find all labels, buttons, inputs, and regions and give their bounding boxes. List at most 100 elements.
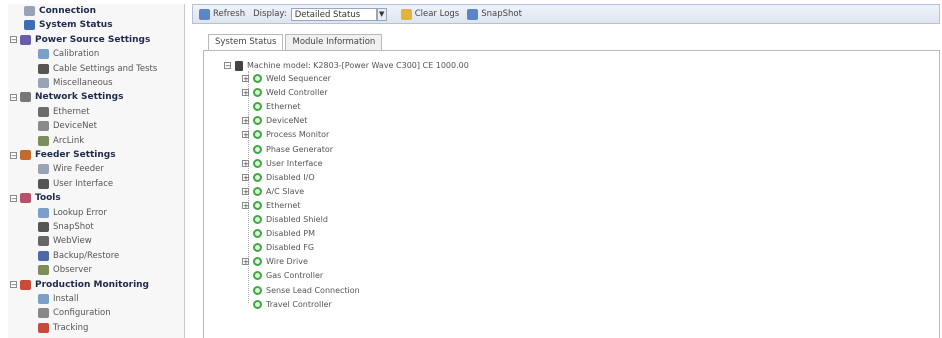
tree-item-travel-controller[interactable]: Travel Controller xyxy=(242,299,332,310)
sidebar-item-install[interactable]: Install xyxy=(38,293,79,305)
sidebar-item-devicenet[interactable]: DeviceNet xyxy=(38,120,97,132)
sidebar-item-label: Power Source Settings xyxy=(35,34,151,45)
ethernet-icon xyxy=(38,106,49,117)
sidebar-item-calibration[interactable]: Calibration xyxy=(38,48,99,60)
sidebar-item-label: WebView xyxy=(53,236,92,247)
sidebar-item-ethernet[interactable]: Ethernet xyxy=(38,106,90,118)
sidebar-item-cable-settings-and-tests[interactable]: Cable Settings and Tests xyxy=(38,63,157,75)
sidebar-item-label: Miscellaneous xyxy=(53,78,113,88)
sidebar-item-observer[interactable]: Observer xyxy=(38,264,92,276)
chevron-down-icon[interactable]: ▼ xyxy=(376,7,387,21)
sidebar-item-label: Production Monitoring xyxy=(35,279,150,290)
tree-item-label: Disabled Shield xyxy=(266,215,328,224)
tree-item-user-interface[interactable]: + User Interface xyxy=(242,158,323,169)
sidebar-item-webview[interactable]: WebView xyxy=(38,235,92,247)
collapse-icon[interactable]: − xyxy=(10,93,17,101)
tree-item-disabled-shield[interactable]: Disabled Shield xyxy=(242,214,328,225)
tree-item-label: Disabled PM xyxy=(266,229,316,239)
expand-icon[interactable]: + xyxy=(242,117,249,125)
sidebar-item-label: DeviceNet xyxy=(53,121,97,132)
tree-item-devicenet[interactable]: + DeviceNet xyxy=(242,115,307,126)
tree-item-label: Process Monitor xyxy=(266,130,330,140)
sidebar-item-arclink[interactable]: ArcLink xyxy=(38,135,84,147)
cable-icon xyxy=(38,63,49,74)
status-ok-icon xyxy=(253,243,262,253)
status-ok-icon xyxy=(253,271,262,281)
tree-item-wire-drive[interactable]: + Wire Drive xyxy=(242,256,308,267)
status-ok-icon xyxy=(253,257,262,267)
tree-item-weld-sequencer[interactable]: + Weld Sequencer xyxy=(242,73,331,84)
sidebar-item-network-settings[interactable]: − Network Settings xyxy=(10,91,123,103)
sidebar-item-connection[interactable]: Connection xyxy=(24,5,96,17)
network-icon xyxy=(20,92,31,103)
sidebar-item-snapshot[interactable]: SnapShot xyxy=(38,221,94,233)
expand-icon[interactable]: + xyxy=(242,201,249,209)
collapse-icon[interactable]: − xyxy=(10,36,17,44)
status-ok-icon xyxy=(253,299,262,309)
collapse-icon[interactable]: − xyxy=(10,194,17,202)
webview-icon xyxy=(38,236,49,247)
expand-icon[interactable]: + xyxy=(242,89,249,97)
tree-root-row[interactable]: − Machine model: K2803-[Power Wave C300]… xyxy=(224,60,469,71)
tree-item-ethernet[interactable]: Ethernet xyxy=(242,101,300,112)
collapse-icon[interactable]: − xyxy=(10,281,17,289)
collapse-icon[interactable]: − xyxy=(224,62,231,70)
configuration-icon xyxy=(38,308,49,319)
status-ok-icon xyxy=(253,215,262,224)
clear-logs-label: Clear Logs xyxy=(414,9,460,19)
toolbar: Refresh Display: Detailed Status ▼ Clear… xyxy=(192,4,940,24)
tree-item-gas-controller[interactable]: Gas Controller xyxy=(242,270,323,281)
lookup-icon xyxy=(38,207,49,218)
clear-logs-button[interactable]: Clear Logs xyxy=(400,8,460,20)
tree-item-sense-lead-connection[interactable]: Sense Lead Connection xyxy=(242,285,360,296)
tree-item-disabled-fg[interactable]: Disabled FG xyxy=(242,242,314,253)
sidebar-item-feeder-settings[interactable]: − Feeder Settings xyxy=(10,149,116,161)
sidebar-item-backup-restore[interactable]: Backup/Restore xyxy=(38,250,119,262)
expand-icon[interactable]: + xyxy=(242,187,249,195)
expand-icon[interactable]: + xyxy=(242,131,249,139)
status-ok-icon xyxy=(253,285,262,295)
sidebar-item-label: Install xyxy=(53,294,79,304)
sidebar-item-lookup-error[interactable]: Lookup Error xyxy=(38,207,107,219)
arclink-icon xyxy=(38,135,49,146)
expand-icon[interactable]: + xyxy=(242,258,249,266)
misc-icon xyxy=(38,78,49,88)
collapse-icon[interactable]: − xyxy=(10,151,17,159)
sidebar-item-tracking[interactable]: Tracking xyxy=(38,322,88,334)
tree-item-label: Ethernet xyxy=(266,102,301,112)
sidebar-item-miscellaneous[interactable]: Miscellaneous xyxy=(38,77,113,89)
sidebar-navigation: Connection System Status − Power Source Set… xyxy=(8,4,185,338)
backup-icon xyxy=(38,250,49,261)
display-select[interactable]: Detailed Status xyxy=(290,7,377,21)
sidebar-item-production-monitoring[interactable]: − Production Monitoring xyxy=(10,279,149,291)
status-ok-icon xyxy=(253,102,262,112)
tab-system-status[interactable]: System Status xyxy=(208,34,284,51)
sidebar-item-wire-feeder[interactable]: Wire Feeder xyxy=(38,163,104,175)
refresh-button[interactable]: Refresh xyxy=(199,8,245,20)
tree-item-weld-controller[interactable]: + Weld Controller xyxy=(242,87,328,98)
expand-icon[interactable]: + xyxy=(242,173,249,181)
tree-item-label: Ethernet xyxy=(266,200,301,210)
tree-item-process-monitor[interactable]: + Process Monitor xyxy=(242,129,329,140)
tree-item-label: User Interface xyxy=(266,158,323,168)
tree-item-a-c-slave[interactable]: + A/C Slave xyxy=(242,186,304,197)
status-ok-icon xyxy=(253,74,262,83)
tree-item-phase-generator[interactable]: Phase Generator xyxy=(242,144,333,155)
expand-icon[interactable]: + xyxy=(242,75,249,83)
snapshot-button[interactable]: SnapShot xyxy=(467,8,522,20)
tree-item-disabled-pm[interactable]: Disabled PM xyxy=(242,228,315,239)
expand-icon[interactable]: + xyxy=(242,159,249,167)
sidebar-item-label: System Status xyxy=(39,20,113,31)
status-ok-icon xyxy=(253,200,262,210)
sidebar-item-system-status[interactable]: System Status xyxy=(24,19,113,31)
tree-item-ethernet[interactable]: + Ethernet xyxy=(242,200,300,211)
sidebar-item-tools[interactable]: − Tools xyxy=(10,192,61,204)
tree-item-disabled-i-o[interactable]: + Disabled I/O xyxy=(242,172,315,183)
sidebar-item-user-interface[interactable]: User Interface xyxy=(38,178,113,190)
tree-item-label: Weld Controller xyxy=(266,88,328,98)
tree-item-label: DeviceNet xyxy=(266,116,308,126)
sidebar-item-power-source-settings[interactable]: − Power Source Settings xyxy=(10,34,150,46)
tab-module-information[interactable]: Module Information xyxy=(285,34,383,50)
sidebar-item-configuration[interactable]: Configuration xyxy=(38,307,111,319)
status-ok-icon xyxy=(253,172,262,182)
